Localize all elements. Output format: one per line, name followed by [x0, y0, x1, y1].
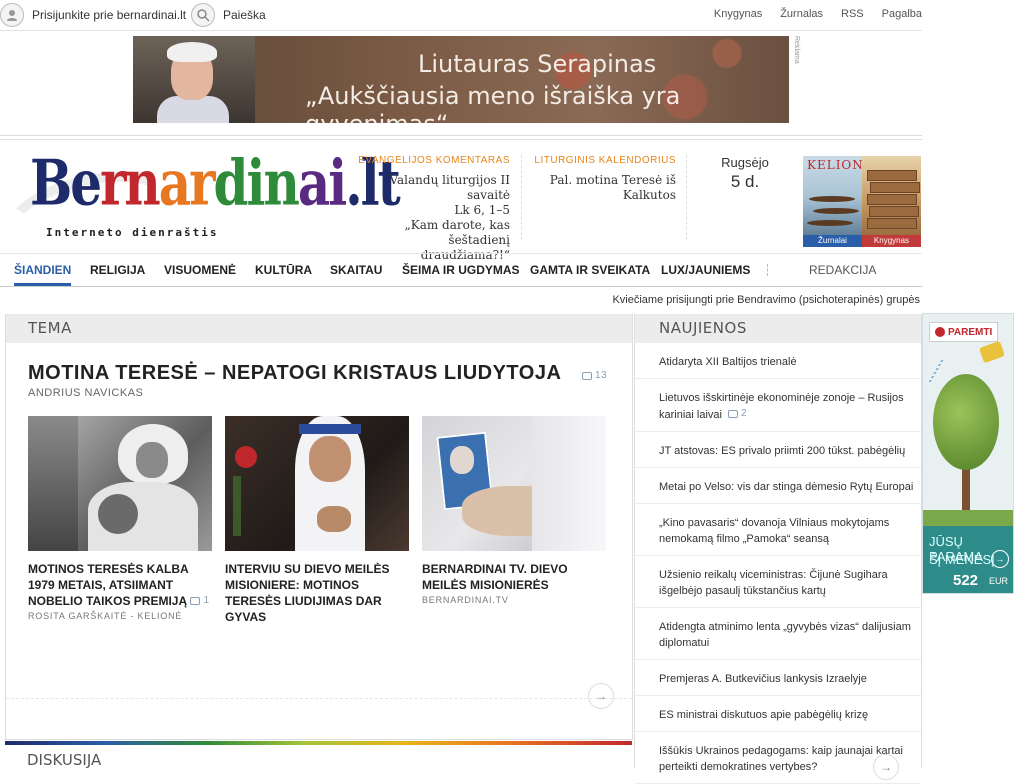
watering-can-icon [978, 340, 1006, 364]
nav-item-skaitau[interactable]: SKAITAU [330, 254, 382, 286]
article-title-3: BERNARDINAI TV. DIEVO MEILĖS MISIONIERĖS [422, 562, 568, 592]
logo-subtitle: Interneto dienraštis [46, 226, 219, 239]
link-pagalba[interactable]: Pagalba [882, 8, 922, 20]
top-bar: Prisijunkite prie bernardinai.lt Paieška… [0, 0, 922, 31]
main-nav: ŠIANDIEN RELIGIJA VISUOMENĖ KULTŪRA SKAI… [0, 253, 922, 287]
magazine-label: Žurnalai [803, 235, 862, 247]
main-article-author: ANDRIUS NAVICKAS [28, 387, 144, 399]
tema-next-arrow-icon[interactable]: → [588, 683, 614, 709]
nav-item-visuomene[interactable]: VISUOMENĖ [164, 254, 236, 286]
news-next-arrow-icon[interactable]: → [873, 754, 899, 780]
article-author-1: ROSITA GARŠKAITĖ - KELIONĖ [28, 611, 183, 621]
gospel-heading: EVANGELIJOS KOMENTARAS [358, 155, 510, 166]
donate-badge: PAREMTI [929, 322, 999, 342]
section-title-naujienos: NAUJIENOS [659, 319, 747, 337]
article-card-2[interactable]: INTERVIU SU DIEVO MEILĖS MISIONIERE: MOT… [225, 416, 409, 625]
featured-topic-panel: TEMA MOTINA TERESĖ – NEPATOGI KRISTAUS L… [5, 314, 633, 740]
comment-icon [582, 371, 592, 380]
comment-icon [190, 597, 201, 605]
gospel-week: Valandų liturgijos II savaitė [389, 173, 510, 202]
search-icon [191, 3, 215, 27]
news-item[interactable]: „Kino pavasaris“ dovanoja Vilniaus mokyt… [635, 504, 921, 556]
news-item[interactable]: Premjeras A. Butkevičius lankysis Izrael… [635, 660, 921, 696]
gospel-reference: Lk 6, 1–5 [454, 203, 510, 217]
news-item[interactable]: ES ministrai diskutuos apie pabėgėlių kr… [635, 696, 921, 732]
link-rss[interactable]: RSS [841, 8, 864, 20]
magazine-cover-knygynas[interactable]: Knygynas [862, 156, 921, 247]
news-list: Atidaryta XII Baltijos trienalė Lietuvos… [635, 343, 921, 784]
article-image-3 [422, 416, 606, 551]
article-card-1[interactable]: MOTINOS TERESĖS KALBA 1979 METAIS, ATSII… [28, 416, 212, 621]
link-zurnalas[interactable]: Žurnalas [780, 8, 823, 20]
main-article-title-text: MOTINA TERESĖ – NEPATOGI KRISTAUS LIUDYT… [28, 362, 562, 384]
ad-portrait [133, 36, 255, 123]
ad-quote: „Aukščiausia meno išraiška yra gyvenimas… [305, 82, 681, 123]
news-header: NAUJIENOS [635, 314, 921, 343]
search-label: Paieška [223, 8, 266, 22]
donate-info: JŪSŲ PARAMA ŠĮ MĖNESĮ → 522 EUR [923, 526, 1013, 593]
nav-item-redakcija[interactable]: REDAKCIJA [809, 254, 876, 286]
nav-item-religija[interactable]: RELIGIJA [90, 254, 145, 286]
article-author-3: BERNARDINAI.TV [422, 595, 509, 605]
donate-amount: 522 [953, 572, 979, 589]
liturgical-calendar[interactable]: LITURGINIS KALENDORIUS Pal. motina Teres… [522, 155, 676, 203]
news-comments[interactable]: 2 [727, 406, 747, 422]
calendar-heading: LITURGINIS KALENDORIUS [534, 155, 676, 166]
news-item[interactable]: Užsienio reikalų viceministras: Čijunė S… [635, 556, 921, 608]
article-card-3[interactable]: BERNARDINAI TV. DIEVO MEILĖS MISIONIERĖS… [422, 416, 606, 605]
nav-item-lux-jauniems[interactable]: LUX/JAUNIEMS [661, 254, 750, 286]
rainbow-divider [5, 741, 632, 745]
news-panel: NAUJIENOS Atidaryta XII Baltijos trienal… [634, 314, 922, 784]
main-article-title[interactable]: MOTINA TERESĖ – NEPATOGI KRISTAUS LIUDYT… [28, 362, 607, 385]
article-comments-1[interactable]: 1 [190, 593, 209, 609]
ticker-announcement[interactable]: Kviečiame prisijungti prie Bendravimo (p… [612, 294, 920, 306]
article-title-1: MOTINOS TERESĖS KALBA 1979 METAIS, ATSII… [28, 562, 210, 609]
nav-item-seima-ir-ugdymas[interactable]: ŠEIMA IR UGDYMAS [402, 254, 520, 286]
news-item[interactable]: Atidengta atminimo lenta „gyvybės vizas“… [635, 608, 921, 660]
section-title-diskusija: DISKUSIJA [27, 751, 102, 769]
ad-name: Liutauras Serapinas [418, 50, 657, 78]
ad-tag: Reklama [793, 36, 800, 64]
calendar-saint: Pal. motina Teresė iš Kalkutos [549, 173, 676, 202]
donate-currency: EUR [989, 576, 1009, 586]
header-divider [0, 135, 922, 140]
ad-banner[interactable]: Liutauras Serapinas „Aukščiausia meno iš… [133, 36, 789, 123]
tree-crown [933, 374, 999, 470]
article-image-1 [28, 416, 212, 551]
login-link[interactable]: Prisijunkite prie bernardinai.lt [0, 3, 186, 27]
news-item[interactable]: Lietuvos išskirtinėje ekonominėje zonoje… [635, 379, 921, 432]
user-icon [0, 3, 24, 27]
bookshop-label: Knygynas [862, 235, 921, 247]
news-item[interactable]: Atidaryta XII Baltijos trienalė [635, 343, 921, 379]
date-day: 5 d. [730, 172, 760, 191]
article-title-2: INTERVIU SU DIEVO MEILĖS MISIONIERE: MOT… [225, 562, 390, 624]
donate-line-2: ŠĮ MĖNESĮ [929, 552, 995, 567]
article-image-2 [225, 416, 409, 551]
header-divider-2 [686, 155, 687, 240]
nav-separator [767, 264, 768, 276]
donate-arrow-icon[interactable]: → [991, 550, 1009, 568]
site-logo[interactable]: Bernardinai.lt [30, 151, 401, 215]
news-item[interactable]: JT atstovas: ES privalo priimti 200 tūks… [635, 432, 921, 468]
top-links: Knygynas Žurnalas RSS Pagalba [696, 8, 922, 20]
nav-item-siandien[interactable]: ŠIANDIEN [14, 254, 72, 286]
search-link[interactable]: Paieška [191, 3, 266, 27]
magazine-cover-zurnalai[interactable]: KELIONĖ Žurnalai [803, 156, 862, 247]
news-item[interactable]: Metai po Velso: vis dar stinga dėmesio R… [635, 468, 921, 504]
nav-item-kultura[interactable]: KULTŪRA [255, 254, 312, 286]
comment-icon [727, 410, 738, 418]
nav-item-gamta-ir-sveikata[interactable]: GAMTA IR SVEIKATA [530, 254, 650, 286]
section-title-tema: TEMA [28, 319, 72, 337]
date-month: Rugsėjo [721, 155, 769, 170]
magazine-title: KELIONĖ [807, 158, 862, 172]
link-knygynas[interactable]: Knygynas [714, 8, 762, 20]
donate-banner[interactable]: PAREMTI JŪSŲ PARAMA ŠĮ MĖNESĮ → 522 EUR [922, 313, 1014, 594]
flower-icon [935, 327, 945, 337]
gospel-commentary[interactable]: EVANGELIJOS KOMENTARAS Valandų liturgijo… [358, 155, 510, 263]
featured-topic-header: TEMA [6, 314, 632, 343]
login-label: Prisijunkite prie bernardinai.lt [32, 8, 187, 22]
tema-divider [6, 698, 632, 699]
main-article-comments[interactable]: 13 [582, 370, 607, 381]
